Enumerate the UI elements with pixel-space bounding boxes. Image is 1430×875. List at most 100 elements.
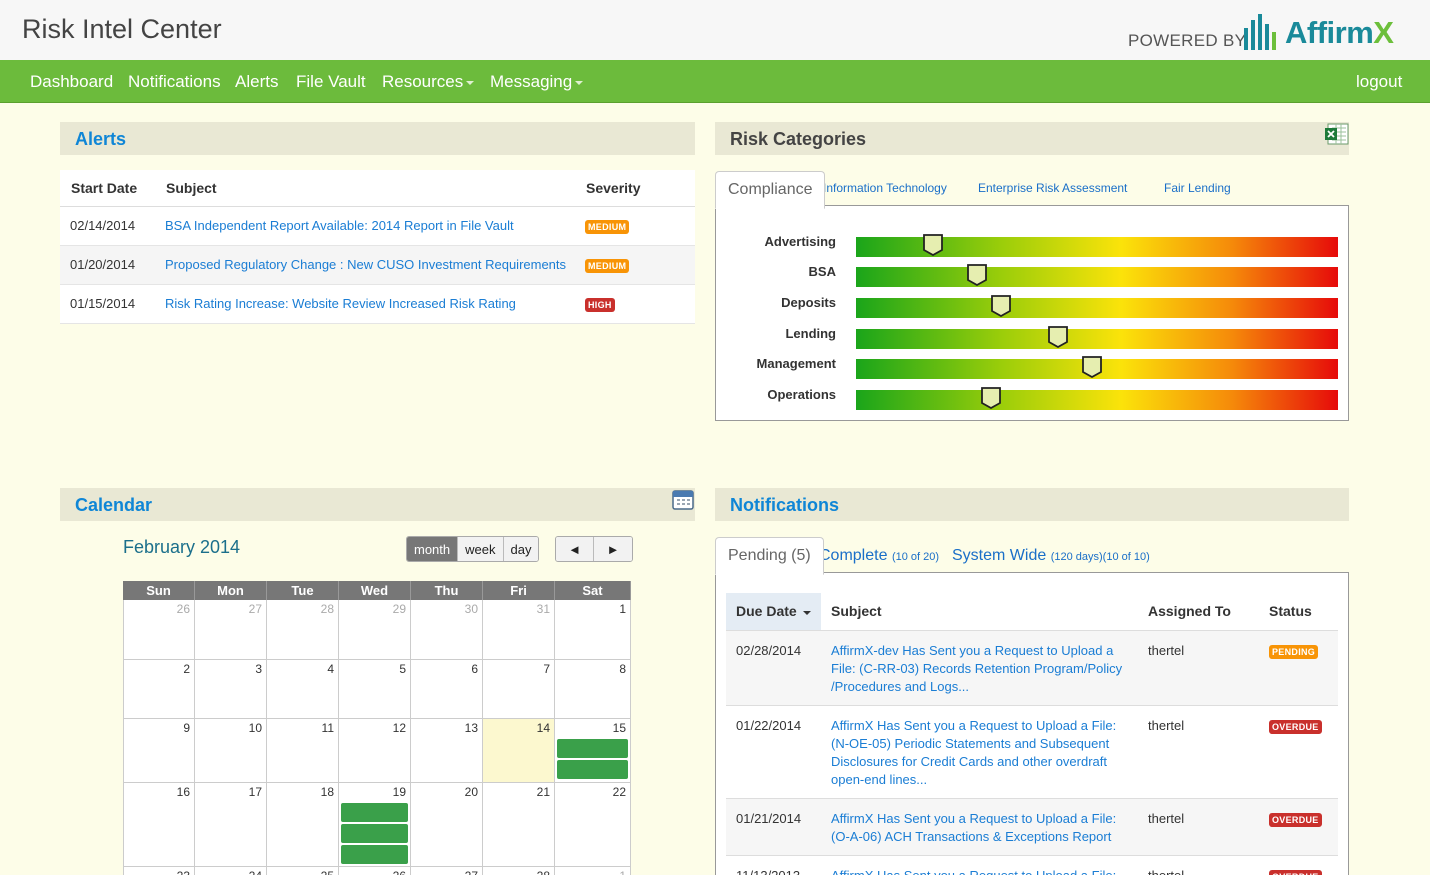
calendar-day-cell[interactable]: 14: [483, 719, 555, 783]
weekday-header-row: Sun Mon Tue Wed Thu Fri Sat: [123, 581, 631, 600]
tab-compliance[interactable]: Compliance: [715, 171, 826, 209]
nav-notifications[interactable]: Notifications: [128, 72, 221, 92]
due-date-header-label: Due Date: [736, 603, 797, 620]
calendar-day-cell[interactable]: 24: [195, 867, 267, 875]
calendar-event[interactable]: [341, 845, 408, 864]
nav-dashboard[interactable]: Dashboard: [30, 72, 113, 92]
column-header: Subject: [821, 593, 1138, 631]
alerts-header-row: Start Date Subject Severity: [60, 170, 695, 207]
weekday-header: Thu: [411, 581, 483, 600]
calendar-day-cell[interactable]: 18: [267, 783, 339, 867]
calendar-day-cell[interactable]: 28: [267, 600, 339, 660]
calendar-event[interactable]: [341, 803, 408, 822]
severity-badge: HIGH: [585, 297, 615, 312]
week-view-button[interactable]: week: [458, 537, 504, 561]
risk-category-label: Operations: [767, 387, 836, 402]
calendar-day-cell[interactable]: 27: [411, 867, 483, 875]
alert-subject-link[interactable]: Risk Rating Increase: Website Review Inc…: [165, 296, 516, 311]
alert-subject-link[interactable]: Proposed Regulatory Change : New CUSO In…: [165, 257, 566, 272]
risk-level-marker-icon: [1048, 326, 1069, 348]
calendar-day-cell[interactable]: 2: [123, 660, 195, 719]
table-row: 01/21/2014 AffirmX Has Sent you a Request…: [726, 798, 1338, 856]
status-badge: OVERDUE: [1269, 812, 1322, 827]
calendar-day-cell[interactable]: 17: [195, 783, 267, 867]
calendar-day-cell[interactable]: 5: [339, 660, 411, 719]
calendar-icon[interactable]: [672, 488, 694, 510]
day-number: 6: [471, 662, 478, 676]
notification-subject-link[interactable]: AffirmX Has Sent you a Request to Upload…: [831, 868, 1116, 875]
calendar-day-cell[interactable]: 7: [483, 660, 555, 719]
table-row: 02/14/2014 BSA Independent Report Availa…: [60, 206, 695, 246]
calendar-day-cell[interactable]: 4: [267, 660, 339, 719]
tab-information-technology[interactable]: Information Technology: [823, 181, 947, 195]
calendar-day-cell[interactable]: 13: [411, 719, 483, 783]
due-date-column-header[interactable]: Due Date: [726, 593, 821, 631]
calendar-day-cell[interactable]: 29: [339, 600, 411, 660]
due-date: 01/22/2014: [726, 705, 821, 799]
prev-month-button[interactable]: ◄: [556, 537, 594, 561]
logout-link[interactable]: logout: [1356, 72, 1402, 92]
status-badge: PENDING: [1269, 644, 1319, 659]
calendar-day-cell[interactable]: 16: [123, 783, 195, 867]
calendar-day-cell[interactable]: 12: [339, 719, 411, 783]
calendar-day-cell[interactable]: 26: [339, 867, 411, 875]
calendar-day-cell[interactable]: 1: [555, 867, 631, 875]
nav-alerts[interactable]: Alerts: [235, 72, 278, 92]
calendar-day-cell[interactable]: 15: [555, 719, 631, 783]
nav-messaging-dropdown[interactable]: Messaging: [490, 72, 584, 92]
calendar-day-cell[interactable]: 23: [123, 867, 195, 875]
column-header: Start Date: [60, 170, 155, 207]
tab-enterprise-risk-assessment[interactable]: Enterprise Risk Assessment: [978, 181, 1127, 195]
day-number: 19: [392, 785, 406, 799]
day-number: 13: [464, 721, 478, 735]
day-number: 21: [536, 785, 550, 799]
calendar-day-cell[interactable]: 19: [339, 783, 411, 867]
notification-subject-link[interactable]: AffirmX Has Sent you a Request to Upload…: [831, 811, 1116, 844]
tab-system-wide[interactable]: System Wide (120 days)(10 of 10): [952, 547, 1150, 565]
calendar-day-cell[interactable]: 21: [483, 783, 555, 867]
day-number: 1: [619, 869, 626, 875]
calendar-event[interactable]: [557, 739, 628, 758]
day-view-button[interactable]: day: [503, 537, 539, 561]
alert-subject-link[interactable]: BSA Independent Report Available: 2014 R…: [165, 218, 514, 233]
risk-level-marker-icon: [923, 234, 944, 256]
calendar-day-cell[interactable]: 30: [411, 600, 483, 660]
calendar-day-cell[interactable]: 9: [123, 719, 195, 783]
calendar-day-cell[interactable]: 25: [267, 867, 339, 875]
due-date: 11/13/2013: [726, 855, 821, 875]
calendar-week-row: 23 24 25 26 27 28 1: [123, 867, 631, 875]
affirmx-logo: AffirmX: [1243, 10, 1394, 50]
calendar-day-cell[interactable]: 11: [267, 719, 339, 783]
calendar-day-cell[interactable]: 6: [411, 660, 483, 719]
logo-x: X: [1373, 15, 1394, 50]
weekday-header: Tue: [267, 581, 339, 600]
calendar-day-cell[interactable]: 8: [555, 660, 631, 719]
calendar-day-cell[interactable]: 20: [411, 783, 483, 867]
calendar-event[interactable]: [557, 760, 628, 779]
notification-subject-link[interactable]: AffirmX-dev Has Sent you a Request to Up…: [831, 643, 1122, 694]
calendar-event[interactable]: [341, 824, 408, 843]
nav-file-vault[interactable]: File Vault: [296, 72, 366, 92]
calendar-day-cell[interactable]: 31: [483, 600, 555, 660]
calendar-day-cell[interactable]: 27: [195, 600, 267, 660]
risk-gauge-bar: [856, 329, 1338, 349]
due-date: 01/21/2014: [726, 798, 821, 856]
tab-complete[interactable]: Complete (10 of 20): [819, 547, 939, 565]
calendar-day-cell[interactable]: 1: [555, 600, 631, 660]
day-number: 9: [183, 721, 190, 735]
calendar-day-cell[interactable]: 26: [123, 600, 195, 660]
notification-subject-link[interactable]: AffirmX Has Sent you a Request to Upload…: [831, 718, 1116, 787]
status-badge: OVERDUE: [1269, 869, 1322, 875]
tab-pending[interactable]: Pending (5): [715, 537, 824, 575]
calendar-day-cell[interactable]: 10: [195, 719, 267, 783]
calendar-week-row: 26 27 28 29 30 31 1: [123, 600, 631, 660]
nav-resources-dropdown[interactable]: Resources: [382, 72, 475, 92]
excel-export-icon[interactable]: [1325, 123, 1349, 145]
calendar-day-cell[interactable]: 28: [483, 867, 555, 875]
column-header: Severity: [575, 170, 695, 207]
tab-fair-lending[interactable]: Fair Lending: [1164, 181, 1231, 195]
next-month-button[interactable]: ►: [594, 537, 632, 561]
calendar-day-cell[interactable]: 22: [555, 783, 631, 867]
calendar-day-cell[interactable]: 3: [195, 660, 267, 719]
month-view-button[interactable]: month: [407, 537, 459, 561]
